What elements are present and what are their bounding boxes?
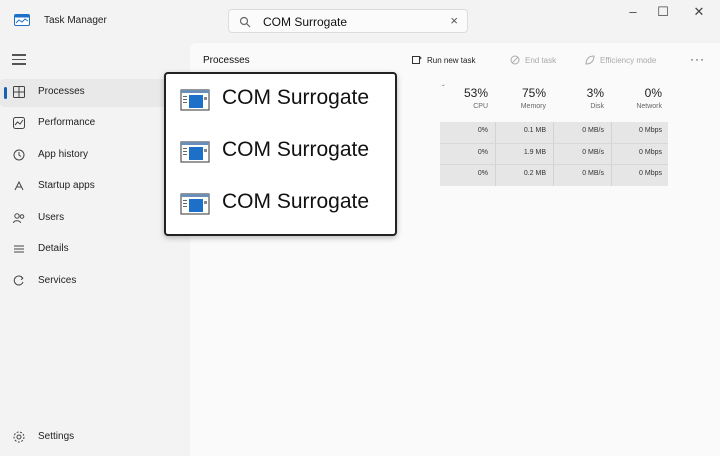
- run-new-task-icon: [412, 56, 422, 64]
- disk-cell: 0 MB/s: [582, 149, 604, 156]
- callout-process-item: COM Surrogate: [180, 136, 390, 166]
- column-header-disk[interactable]: 3% Disk: [554, 86, 604, 110]
- maximize-button[interactable]: ☐: [650, 4, 676, 22]
- column-header-cpu[interactable]: 53% CPU: [438, 86, 488, 110]
- settings-label: Settings: [38, 431, 75, 442]
- disk-cell: 0 MB/s: [582, 127, 604, 134]
- gear-icon: [13, 431, 25, 443]
- more-options-button[interactable]: ···: [690, 52, 705, 66]
- sidebar-item-label: Services: [38, 275, 77, 286]
- sidebar-item-processes[interactable]: Processes: [0, 79, 186, 107]
- sidebar-item-label: Users: [38, 212, 65, 223]
- network-cell: 0 Mbps: [639, 149, 662, 156]
- column-header-network[interactable]: 0% Network: [612, 86, 662, 110]
- end-task-icon: [510, 55, 520, 65]
- close-button[interactable]: ✕: [686, 4, 712, 22]
- services-icon: [13, 275, 24, 286]
- sidebar-item-label: Details: [38, 243, 69, 254]
- callout-process-item: COM Surrogate: [180, 84, 390, 114]
- cpu-cell: 0%: [477, 149, 488, 156]
- sidebar-item-services[interactable]: Services: [0, 268, 186, 296]
- efficiency-mode-label: Efficiency mode: [600, 56, 657, 65]
- sidebar-item-users[interactable]: Users: [0, 205, 186, 233]
- table-row[interactable]: 0% 0.1 MB 0 MB/s 0 Mbps: [440, 122, 668, 143]
- sidebar-item-label: Processes: [38, 86, 85, 97]
- cpu-cell: 0%: [477, 170, 488, 177]
- sidebar-item-label: Startup apps: [38, 180, 95, 191]
- sidebar-item-label: Performance: [38, 117, 96, 128]
- table-row[interactable]: 0% 1.9 MB 0 MB/s 0 Mbps: [440, 144, 668, 165]
- sidebar-item-settings[interactable]: Settings: [0, 424, 186, 450]
- app-history-icon: [13, 149, 25, 161]
- leaf-icon: [585, 55, 595, 65]
- search-icon: [239, 16, 251, 28]
- com-surrogate-process-icon: [180, 193, 210, 215]
- search-input[interactable]: COM Surrogate: [263, 15, 347, 29]
- column-header-memory[interactable]: 75% Memory: [496, 86, 546, 110]
- startup-apps-icon: [14, 180, 24, 191]
- task-manager-app-icon: [14, 14, 30, 26]
- disk-total: 3%: [586, 86, 604, 100]
- network-total: 0%: [644, 86, 662, 100]
- memory-total: 75%: [521, 86, 546, 100]
- search-box[interactable]: COM Surrogate ×: [228, 9, 468, 33]
- memory-cell: 0.1 MB: [523, 127, 546, 134]
- table-row[interactable]: 0% 0.2 MB 0 MB/s 0 Mbps: [440, 165, 668, 186]
- zoomed-process-callout: COM Surrogate COM Surrogate COM Surrogat…: [164, 72, 397, 236]
- performance-icon: [13, 117, 25, 129]
- sidebar-item-label: App history: [38, 149, 89, 160]
- end-task-button[interactable]: End task: [510, 55, 556, 65]
- cpu-label: CPU: [473, 103, 488, 110]
- hamburger-menu-icon[interactable]: [12, 54, 26, 66]
- callout-process-item: COM Surrogate: [180, 188, 390, 218]
- disk-label: Disk: [590, 103, 604, 110]
- cpu-total: 53%: [463, 86, 488, 100]
- disk-cell: 0 MB/s: [582, 170, 604, 177]
- clear-search-icon[interactable]: ×: [450, 13, 458, 28]
- memory-cell: 0.2 MB: [523, 170, 546, 177]
- sidebar-item-details[interactable]: Details: [0, 236, 186, 264]
- processes-icon: [13, 86, 25, 98]
- memory-label: Memory: [520, 103, 546, 110]
- network-cell: 0 Mbps: [639, 127, 662, 134]
- cpu-cell: 0%: [477, 127, 488, 134]
- page-title: Processes: [203, 55, 250, 66]
- run-new-task-button[interactable]: Run new task: [412, 55, 475, 65]
- sidebar-item-startup-apps[interactable]: Startup apps: [0, 173, 186, 201]
- users-icon: [13, 213, 25, 224]
- run-new-task-label: Run new task: [427, 56, 476, 65]
- network-cell: 0 Mbps: [639, 170, 662, 177]
- sidebar-item-app-history[interactable]: App history: [0, 142, 186, 170]
- com-surrogate-process-icon: [180, 89, 210, 111]
- sidebar-item-performance[interactable]: Performance: [0, 110, 186, 138]
- title-bar: Task Manager COM Surrogate × – ☐ ✕: [0, 0, 720, 40]
- efficiency-mode-button[interactable]: Efficiency mode: [585, 55, 656, 65]
- callout-process-name: COM Surrogate: [222, 86, 370, 109]
- window-title: Task Manager: [44, 15, 107, 26]
- network-label: Network: [636, 103, 662, 110]
- callout-process-name: COM Surrogate: [222, 138, 370, 161]
- minimize-button[interactable]: –: [620, 4, 646, 22]
- details-icon: [14, 245, 24, 253]
- memory-cell: 1.9 MB: [523, 149, 546, 156]
- com-surrogate-process-icon: [180, 141, 210, 163]
- callout-process-name: COM Surrogate: [222, 190, 370, 213]
- end-task-label: End task: [525, 56, 557, 65]
